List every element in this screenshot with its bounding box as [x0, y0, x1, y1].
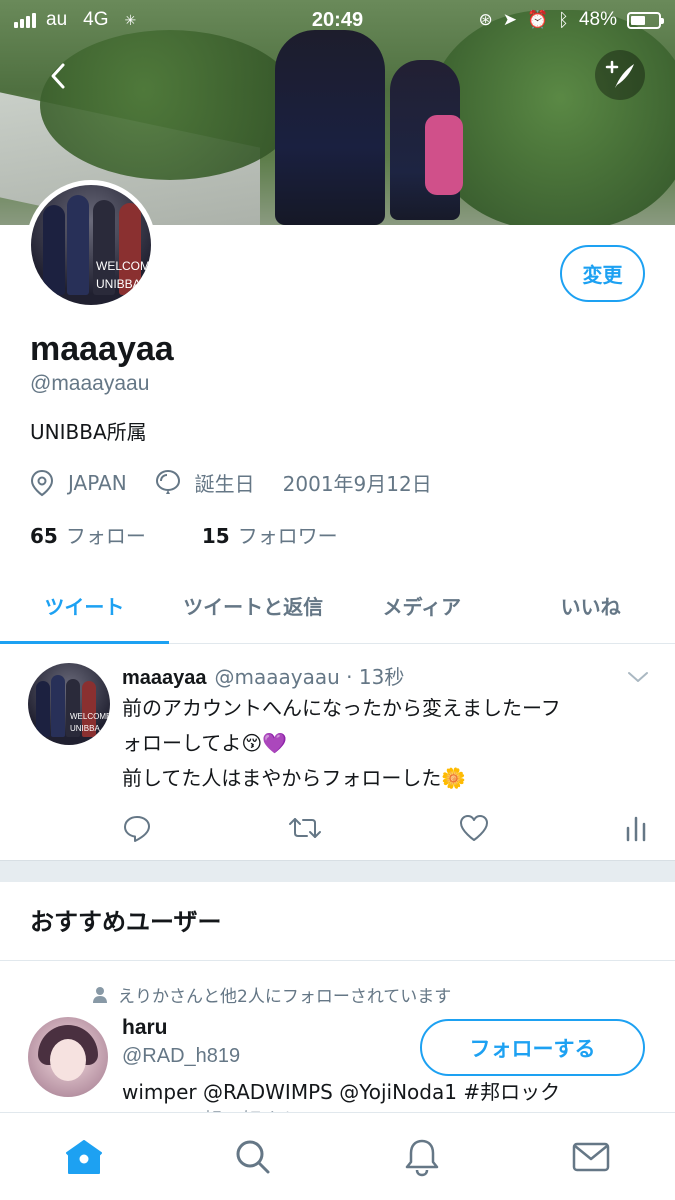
tweet[interactable]: WELCOME UNIBBA maaayaa @maaayaau · 13秒 前の…: [0, 645, 675, 860]
avatar-photo-text-line: WELCOME: [70, 712, 110, 721]
profile-location-text: JAPAN: [68, 470, 127, 495]
avatar-photo-text: WELCOME UNIBBA: [70, 711, 110, 735]
profile-birthday-label: 誕生日: [194, 472, 255, 496]
heart-icon[interactable]: [459, 814, 489, 842]
recommended-user-handle: @RAD_h819: [122, 1045, 241, 1067]
recommended-user-bio: wimper @RADWIMPS @YojiNoda1 #邦ロック: [122, 1080, 561, 1104]
nav-search[interactable]: [169, 1113, 338, 1200]
chevron-down-icon[interactable]: [626, 665, 650, 689]
edit-profile-button[interactable]: 変更: [560, 245, 645, 302]
alarm-icon: ⏰: [526, 10, 549, 29]
battery-icon: [627, 11, 664, 29]
nav-notifications[interactable]: [338, 1113, 507, 1200]
carrier-label: au: [46, 9, 68, 30]
status-bar: au 4G ✳ 20:49 ⊛ ➤ ⏰ ᛒ 48%: [0, 0, 675, 40]
tweet-actions: [122, 813, 647, 843]
bell-icon: [405, 1139, 439, 1176]
follow-button[interactable]: フォローする: [420, 1019, 645, 1076]
tab-likes[interactable]: いいね: [506, 568, 675, 643]
avatar-photo-text: WELCOME UNIBBA: [96, 257, 156, 293]
location-services-icon: ➤: [502, 10, 517, 29]
profile-birthday-date: 2001年9月12日: [282, 472, 432, 496]
balloon-icon: [155, 469, 180, 494]
back-button[interactable]: [40, 58, 76, 94]
profile-tabs: ツイート ツイートと返信 メディア いいね: [0, 568, 675, 644]
following-count-number: 65: [30, 524, 58, 548]
signal-icon: [14, 12, 36, 28]
avatar-photo-text-line: UNIBBA: [96, 277, 141, 291]
recommended-user-bio-continued: #ｗｗ #邦ロ好きと: [122, 1104, 302, 1112]
social-context: えりかさんと他2人にフォローされています: [92, 982, 451, 1007]
tab-tweets-and-replies[interactable]: ツイートと返信: [169, 568, 338, 643]
divider: [0, 960, 675, 961]
tab-tweets[interactable]: ツイート: [0, 568, 169, 644]
avatar-photo-text-line: WELCOME: [96, 259, 156, 273]
retweet-icon[interactable]: [288, 813, 322, 843]
tweet-handle-time: @maaayaau · 13秒: [214, 665, 405, 689]
status-right: ⊛ ➤ ⏰ ᛒ 48%: [478, 9, 664, 31]
profile-location: JAPAN: [30, 469, 127, 497]
profile-handle: @maaayaau: [30, 372, 150, 395]
profile-birthday: 誕生日 2001年9月12日: [155, 468, 432, 497]
bluetooth-icon: ᛒ: [558, 9, 569, 30]
battery-percent: 48%: [578, 9, 617, 30]
recommended-user-name[interactable]: haru: [122, 1016, 168, 1040]
header-photo-bush: [430, 10, 675, 225]
profile-bio: UNIBBA所属: [30, 420, 147, 444]
recommended-users-title: おすすめユーザー: [30, 908, 222, 936]
tab-media[interactable]: メディア: [338, 568, 507, 643]
nav-home[interactable]: [0, 1113, 169, 1200]
followers-count-label: フォロワー: [237, 524, 338, 548]
profile-counts: 65 フォロー 15 フォロワー: [30, 520, 338, 549]
clock: 20:49: [311, 8, 364, 31]
reply-icon[interactable]: [122, 813, 152, 843]
person-icon: [93, 986, 107, 1003]
header-photo-person: [275, 30, 385, 225]
profile-display-name: maaayaa: [30, 330, 174, 368]
following-count-label: フォロー: [65, 524, 146, 548]
compose-tweet-button[interactable]: [595, 50, 645, 100]
status-left: au 4G ✳: [14, 9, 136, 31]
followers-count-number: 15: [201, 524, 230, 548]
tweet-text-line: 前してた人はまやからフォローした🌼: [122, 766, 467, 790]
home-icon: [66, 1139, 103, 1174]
tweet-avatar[interactable]: WELCOME UNIBBA: [28, 663, 110, 745]
recommended-user-avatar[interactable]: [28, 1017, 108, 1097]
header-photo-bush: [40, 30, 300, 180]
following-count[interactable]: 65 フォロー: [30, 520, 146, 549]
tweet-text-line: 前のアカウントへんになったから変えましたーフ: [122, 696, 561, 720]
tweet-text-line: ォローしてよ😚💜: [122, 731, 288, 755]
tweet-author-name[interactable]: maaayaa: [122, 667, 207, 690]
bottom-nav: [0, 1112, 675, 1200]
chevron-left-icon: [51, 63, 65, 89]
tweet-text: 前のアカウントへんになったから変えましたーフ ォローしてよ😚💜 前してた人はまや…: [122, 691, 642, 796]
social-context-text: えりかさんと他2人にフォローされています: [118, 987, 452, 1007]
avatar-photo-text-line: UNIBBA: [70, 724, 100, 733]
header-photo-bag: [425, 115, 463, 195]
network-label: 4G: [83, 9, 109, 30]
location-pin-icon: [30, 469, 54, 496]
followers-count[interactable]: 15 フォロワー: [202, 520, 338, 549]
orientation-lock-icon: ⊛: [478, 10, 493, 29]
mail-icon: [572, 1142, 609, 1171]
profile-avatar[interactable]: WELCOME UNIBBA: [26, 180, 156, 310]
activity-spinner-icon: ✳: [124, 11, 137, 28]
search-icon: [236, 1140, 270, 1173]
nav-messages[interactable]: [506, 1113, 675, 1200]
section-separator: [0, 860, 675, 882]
profile-meta: JAPAN 誕生日 2001年9月12日: [30, 468, 460, 497]
compose-quill-icon: [605, 60, 634, 88]
tweet-header: maaayaa @maaayaau · 13秒: [122, 661, 404, 690]
analytics-icon[interactable]: [625, 814, 647, 842]
